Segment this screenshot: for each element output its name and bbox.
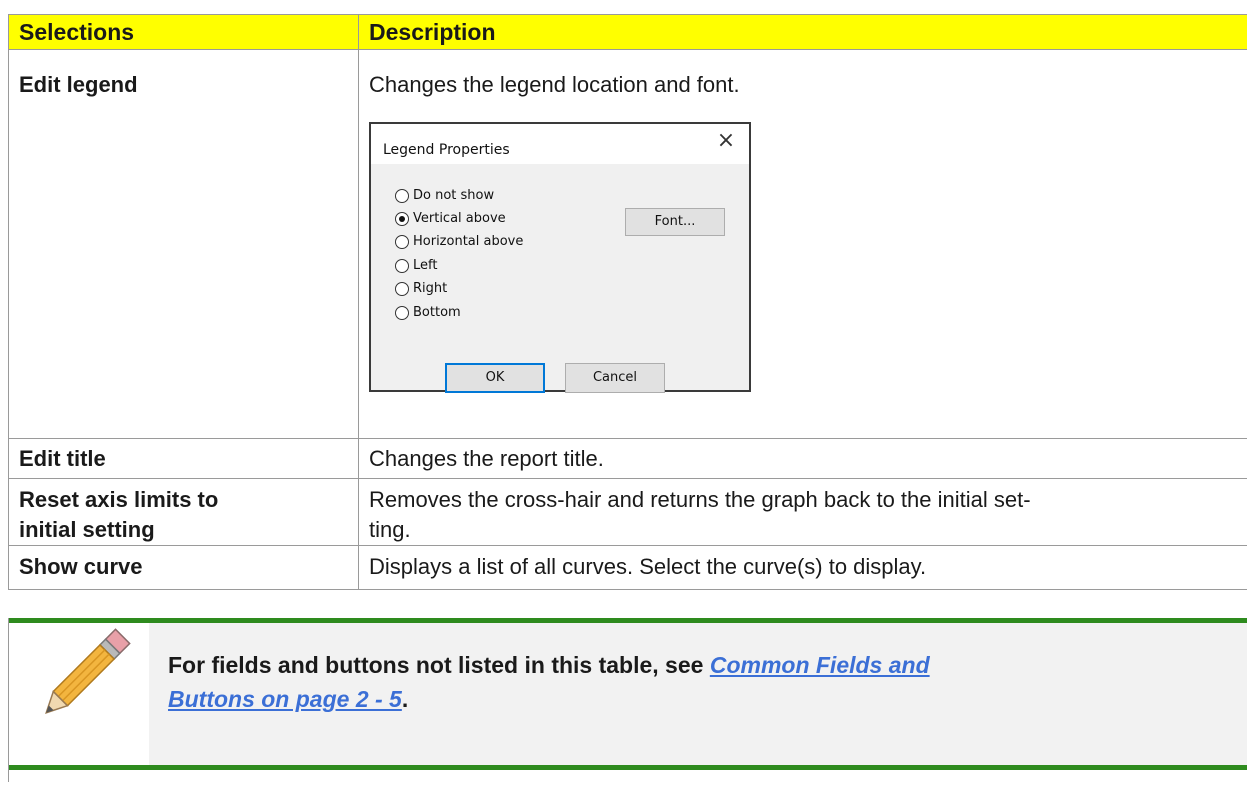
- radio-button-icon[interactable]: [395, 188, 409, 203]
- radio-bottom[interactable]: Bottom: [395, 301, 523, 324]
- row-description: Displays a list of all curves. Select th…: [358, 545, 1247, 590]
- row-name: Edit legend: [8, 49, 359, 439]
- row-description-text: Changes the legend location and font.: [369, 72, 740, 97]
- table-row: Reset axis limits to initial setting Rem…: [8, 478, 1247, 546]
- note-box: For fields and buttons not listed in thi…: [8, 618, 1247, 782]
- radio-button-icon[interactable]: [395, 282, 409, 297]
- font-button[interactable]: Font...: [625, 208, 725, 236]
- legend-position-options: Do not show Vertical above Horizontal ab…: [395, 184, 523, 324]
- radio-button-icon[interactable]: [395, 305, 409, 320]
- note-bottom-bar: [9, 765, 1247, 770]
- legend-properties-dialog: Legend Properties × Do not show Vertical…: [369, 122, 751, 393]
- common-fields-link[interactable]: Common Fields and: [710, 652, 930, 678]
- radio-label: Bottom: [413, 304, 461, 320]
- close-icon[interactable]: ×: [713, 128, 739, 154]
- table-header-row: Selections Description: [8, 14, 1247, 50]
- note-text-suffix: .: [401, 686, 409, 712]
- radio-button-checked-icon[interactable]: [395, 212, 409, 227]
- table-row: Edit title Changes the report title.: [8, 438, 1247, 479]
- row-name: Reset axis limits to initial setting: [8, 478, 359, 546]
- row-description-line: ting.: [369, 517, 411, 542]
- row-description: Changes the legend location and font. Le…: [358, 49, 1247, 439]
- row-description: Removes the cross-hair and returns the g…: [358, 478, 1247, 546]
- row-name: Show curve: [8, 545, 359, 590]
- page: Selections Description Edit legend Chang…: [0, 0, 1247, 786]
- dialog-title: Legend Properties: [383, 142, 510, 158]
- ok-button[interactable]: OK: [445, 363, 545, 393]
- common-fields-link-continued[interactable]: Buttons on page 2 - 5: [168, 686, 402, 712]
- table-row: Show curve Displays a list of all curves…: [8, 545, 1247, 590]
- dialog-titlebar: Legend Properties ×: [371, 124, 749, 164]
- note-text-prefix: For fields and buttons not listed in thi…: [168, 652, 710, 678]
- table-row: Edit legend Changes the legend location …: [8, 49, 1247, 439]
- radio-button-icon[interactable]: [395, 258, 409, 273]
- radio-button-icon[interactable]: [395, 235, 409, 250]
- note-text: For fields and buttons not listed in thi…: [168, 648, 1218, 716]
- row-description-line: Removes the cross-hair and returns the g…: [369, 487, 1031, 512]
- pencil-icon: [45, 628, 131, 714]
- header-description: Description: [358, 14, 1247, 50]
- cancel-button[interactable]: Cancel: [565, 363, 665, 393]
- header-selections: Selections: [8, 14, 359, 50]
- row-name-line: initial setting: [19, 517, 155, 542]
- selections-table: Selections Description Edit legend Chang…: [8, 14, 1247, 590]
- row-name-line: Reset axis limits to: [19, 487, 219, 512]
- row-name: Edit title: [8, 438, 359, 479]
- row-description: Changes the report title.: [358, 438, 1247, 479]
